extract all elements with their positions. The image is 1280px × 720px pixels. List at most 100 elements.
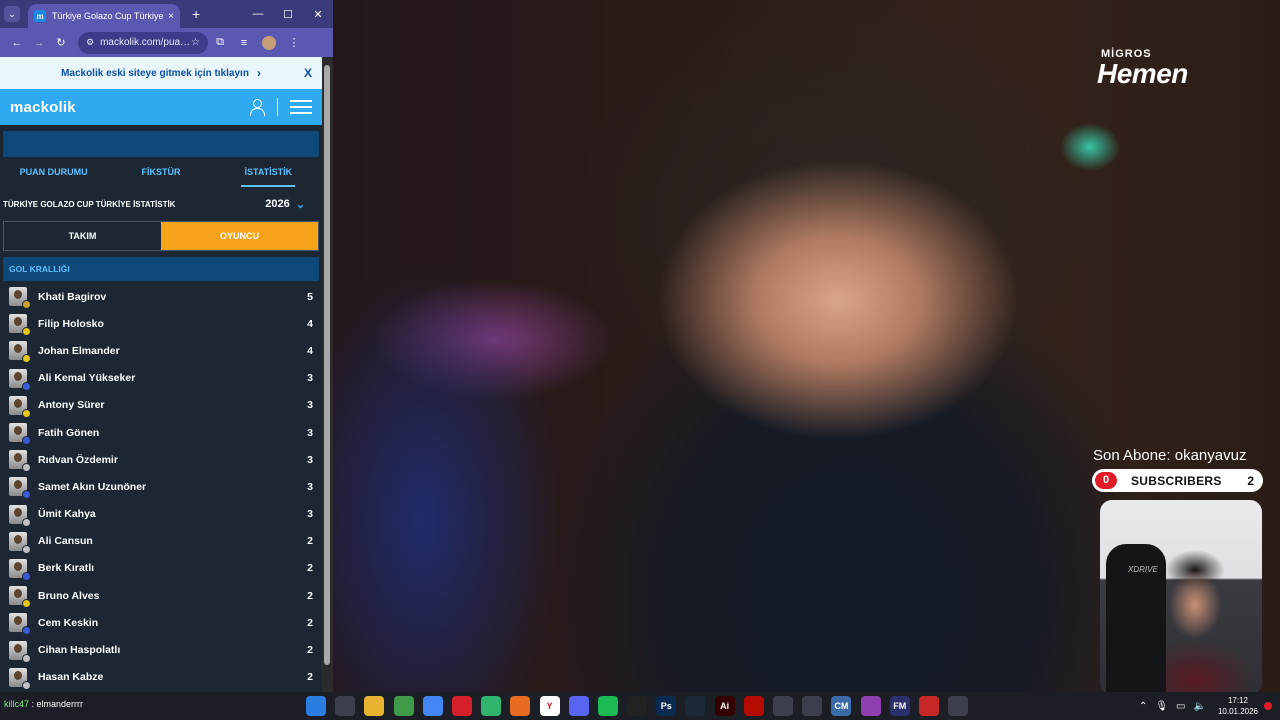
player-row[interactable]: Bruno Alves 2 [3,582,319,609]
player-name[interactable]: Khati Bagirov [38,291,307,303]
close-window-icon[interactable]: ✕ [303,8,333,21]
player-row[interactable]: Filip Holosko 4 [3,310,319,337]
top-scorers-list: Khati Bagirov 5 Filip Holosko 4 Johan Elmand… [3,283,319,691]
file-explorer-icon[interactable] [364,696,385,716]
tab-statistics[interactable]: İSTATİSTİK [215,157,322,187]
chevron-up-icon[interactable]: ⌃ [1139,701,1147,712]
player-name[interactable]: Samet Akın Uzunöner [38,481,307,493]
hamburger-menu-icon[interactable] [290,100,312,114]
player-name[interactable]: Rıdvan Özdemir [38,454,307,466]
team-badge-icon [22,408,31,418]
player-name[interactable]: Antony Sürer [38,399,307,411]
acrobat-icon[interactable] [743,696,764,716]
player-goals: 3 [307,453,313,466]
scrollbar-thumb[interactable] [324,65,330,665]
player-name[interactable]: Ali Cansun [38,535,307,547]
media-controls-icon[interactable]: ≡ [232,37,256,49]
football-icon[interactable] [802,696,823,716]
profile-avatar[interactable] [262,35,276,50]
app-icon[interactable] [481,696,502,716]
yandex-icon[interactable]: Y [539,696,560,716]
player-row[interactable]: Samet Akın Uzunöner 3 [3,473,319,500]
player-row[interactable]: Johan Elmander 4 [3,337,319,364]
spotify-icon[interactable] [597,696,618,716]
firefox-icon[interactable] [510,696,531,716]
steam-icon[interactable] [685,696,706,716]
player-row[interactable]: Ali Kemal Yükseker 3 [3,365,319,392]
player-row[interactable]: Rıdvan Özdemir 3 [3,446,319,473]
notification-icon[interactable] [1264,702,1272,710]
clock[interactable]: 17:12 10.01.2026 [1218,695,1258,717]
chrome-icon[interactable] [393,696,414,716]
team-badge-icon [22,571,31,581]
toggle-team[interactable]: TAKIM [4,222,161,250]
camera-icon[interactable] [773,696,793,716]
tab-search-icon[interactable]: ⌄ [4,6,20,22]
user-icon[interactable] [249,99,265,116]
more-menu-icon[interactable]: ⋮ [282,36,306,49]
task-view-icon[interactable] [335,696,356,716]
player-name[interactable]: Filip Holosko [38,318,307,330]
site-info-icon[interactable]: ⚙ [86,37,94,48]
player-name[interactable]: Ali Kemal Yükseker [38,372,307,384]
obs-icon[interactable] [948,696,969,716]
banner-text[interactable]: Mackolik eski siteye gitmek için tıklayı… [61,68,249,79]
maximize-icon[interactable]: ☐ [273,8,303,21]
player-row[interactable]: Cem Keskin 2 [3,609,319,636]
player-row[interactable]: Cihan Haspolatlı 2 [3,636,319,663]
minimize-icon[interactable]: — [243,8,273,21]
reload-icon[interactable]: ↻ [50,36,72,49]
subscriber-counter: 0 SUBSCRIBERS 2 [1092,469,1263,492]
player-row[interactable]: Ali Cansun 2 [3,528,319,555]
url-field[interactable]: ⚙ mackolik.com/pua… ☆ [78,31,208,54]
windows-start-icon[interactable] [306,696,326,716]
tab-fixtures[interactable]: FİKSTÜR [107,157,214,187]
player-row[interactable]: Ümit Kahya 3 [3,501,319,528]
player-goals: 2 [307,616,313,629]
player-name[interactable]: Fatih Gönen [38,427,307,439]
old-site-banner[interactable]: Mackolik eski siteye gitmek için tıklayı… [0,57,322,89]
player-row[interactable]: Antony Sürer 3 [3,392,319,419]
volume-icon[interactable]: 🔈 [1194,701,1206,712]
microphone-icon[interactable]: 🎙 [1155,701,1168,712]
player-name[interactable]: Cihan Haspolatlı [38,644,307,656]
tab-standings[interactable]: PUAN DURUMU [0,157,107,187]
clock-date: 10.01.2026 [1217,707,1258,716]
photoshop-icon[interactable]: Ps [656,696,677,716]
discord-icon[interactable] [568,696,589,716]
close-tab-icon[interactable]: × [168,11,174,22]
browser-tab[interactable]: m Türkiye Golazo Cup Türkiye 20… × [28,4,180,28]
extensions-icon[interactable]: ⧉ [208,36,232,49]
team-badge-icon [22,300,31,310]
back-icon[interactable]: ← [6,37,28,49]
illustrator-icon[interactable]: Ai [714,696,735,716]
recorder-icon[interactable] [918,696,939,716]
page-scrollbar[interactable] [322,57,333,692]
bookmark-star-icon[interactable]: ☆ [191,37,200,48]
site-logo[interactable]: mackolik [10,99,76,116]
player-goals: 3 [307,480,313,493]
cm-icon[interactable]: CM [831,696,852,716]
player-name[interactable]: Ümit Kahya [38,508,307,520]
player-photo [9,368,31,391]
player-row[interactable]: Berk Kıratlı 2 [3,555,319,582]
toggle-player[interactable]: OYUNCU [161,222,318,250]
player-row[interactable]: Khati Bagirov 5 [3,283,319,310]
player-row[interactable]: Hasan Kabze 2 [3,664,319,691]
player-row[interactable]: Fatih Gönen 3 [3,419,319,446]
app-icon[interactable] [860,696,881,716]
player-name[interactable]: Cem Keskin [38,617,307,629]
opera-icon[interactable] [451,696,472,716]
season-select[interactable]: 2026 ⌄ [265,198,305,211]
chrome-icon[interactable] [422,696,443,716]
player-name[interactable]: Johan Elmander [38,345,307,357]
network-icon[interactable]: ▭ [1176,701,1185,712]
player-name[interactable]: Bruno Alves [38,590,307,602]
fm-icon[interactable]: FM [889,696,910,716]
capcut-icon[interactable] [627,696,648,716]
forward-icon[interactable]: → [28,37,50,49]
banner-close-button[interactable]: X [304,66,312,80]
new-tab-button[interactable]: + [192,6,200,22]
player-name[interactable]: Berk Kıratlı [38,562,307,574]
player-name[interactable]: Hasan Kabze [38,671,307,683]
